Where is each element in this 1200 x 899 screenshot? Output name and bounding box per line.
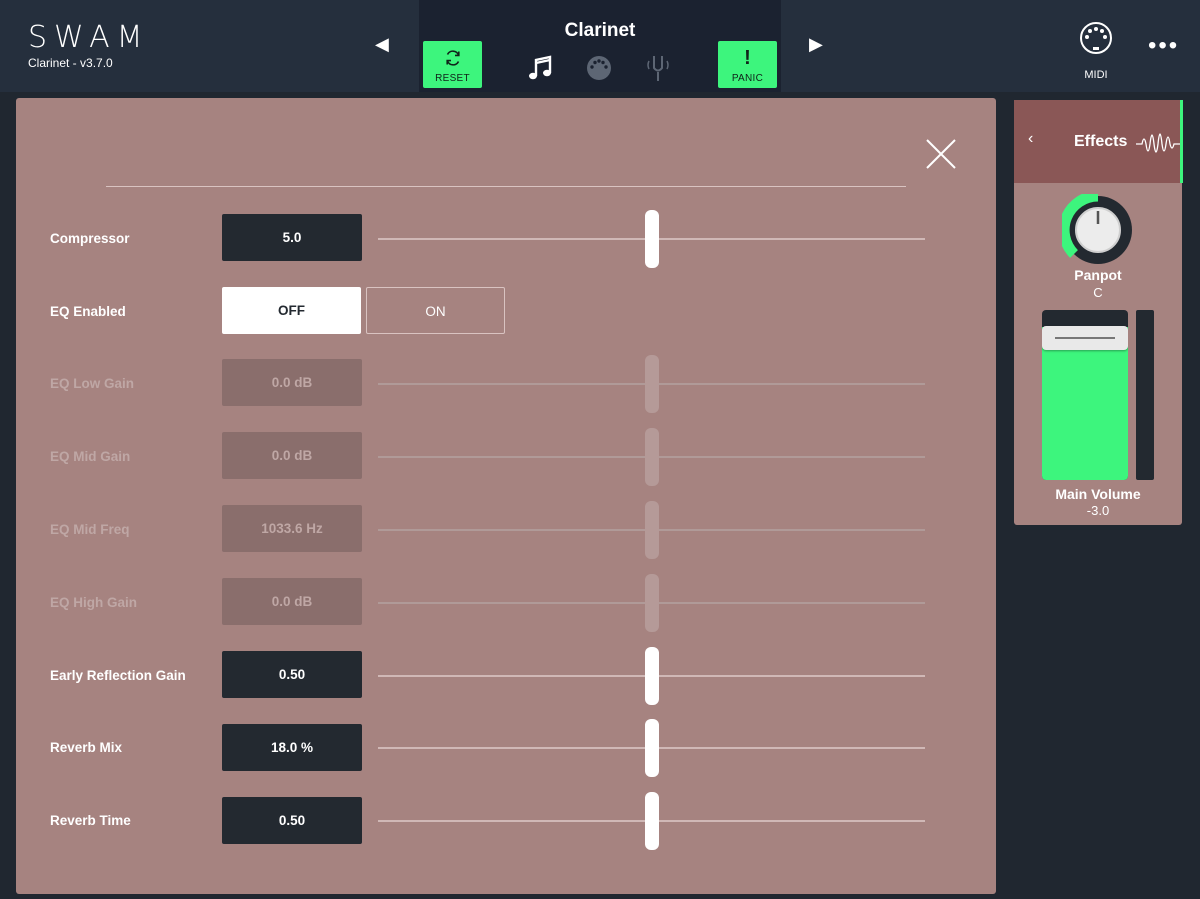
compressor-label: Compressor xyxy=(50,231,130,246)
compressor-value-field[interactable]: 5.0 xyxy=(222,214,362,261)
main-volume-value: -3.0 xyxy=(1086,503,1110,518)
eq-low-gain-slider-thumb xyxy=(644,355,659,413)
eq-mid-freq-slider-thumb xyxy=(644,501,659,559)
eq-off-toggle[interactable]: OFF xyxy=(222,287,361,334)
effects-strip-accent xyxy=(1180,100,1183,183)
eq-high-gain-label: EQ High Gain xyxy=(50,595,138,610)
refresh-icon xyxy=(423,47,482,69)
early-reflection-gain-label: Early Reflection Gain xyxy=(50,668,186,683)
early-reflection-gain-slider-thumb[interactable] xyxy=(644,647,659,705)
reverb-mix-label: Reverb Mix xyxy=(50,740,123,755)
panel-divider xyxy=(106,186,906,187)
panpot-label: Panpot xyxy=(1074,267,1122,283)
eq-mid-gain-value-field: 0.0 dB xyxy=(222,432,362,479)
exclamation-icon: ! xyxy=(744,47,751,69)
output-level-meter xyxy=(1136,310,1154,480)
main-volume-label: Main Volume xyxy=(1055,486,1141,502)
waveform-icon xyxy=(1136,133,1182,153)
main-volume-fader[interactable] xyxy=(1042,310,1128,480)
instrument-panel: Clarinet RESET ! PANIC xyxy=(419,0,781,92)
previous-instrument-button[interactable]: ◀ xyxy=(375,34,389,55)
reverb-time-value-field[interactable]: 0.50 xyxy=(222,797,362,844)
eq-enabled-label: EQ Enabled xyxy=(50,304,126,319)
back-chevron-icon[interactable]: ‹ xyxy=(1028,130,1033,148)
top-bar: SWAM Clarinet - v3.7.0 ◀ Clarinet RESET xyxy=(0,0,1200,92)
next-instrument-button[interactable]: ▶ xyxy=(809,34,823,55)
effects-strip-title: Effects xyxy=(1074,133,1128,150)
panpot-value: C xyxy=(1093,285,1103,300)
effects-settings-panel xyxy=(16,98,996,894)
effects-strip: ‹ Effects Panpot C Main Volume -3.0 xyxy=(1014,100,1182,525)
eq-mid-gain-slider-thumb xyxy=(644,428,659,486)
midi-label: MIDI xyxy=(1084,69,1108,81)
effects-strip-header[interactable]: ‹ Effects xyxy=(1014,100,1182,183)
main-volume-fader-handle[interactable] xyxy=(1042,326,1128,350)
eq-high-gain-value-field: 0.0 dB xyxy=(222,578,362,625)
reverb-mix-value-field[interactable]: 18.0 % xyxy=(222,724,362,771)
reverb-time-label: Reverb Time xyxy=(50,813,131,828)
reset-label: RESET xyxy=(435,73,470,84)
panic-label: PANIC xyxy=(731,73,764,84)
tuning-fork-icon[interactable] xyxy=(644,54,672,84)
eq-high-gain-slider-thumb xyxy=(644,574,659,632)
eq-low-gain-value-field: 0.0 dB xyxy=(222,359,362,406)
compressor-slider-thumb[interactable] xyxy=(644,210,659,268)
instrument-name: Clarinet xyxy=(564,20,636,41)
more-options-button[interactable]: ••• xyxy=(1148,32,1179,60)
midi-connector-icon[interactable] xyxy=(585,54,613,84)
early-reflection-gain-value-field[interactable]: 0.50 xyxy=(222,651,362,698)
eq-mid-gain-label: EQ Mid Gain xyxy=(50,449,131,464)
panpot-knob[interactable] xyxy=(1062,194,1134,266)
eq-on-toggle[interactable]: ON xyxy=(366,287,505,334)
eq-low-gain-label: EQ Low Gain xyxy=(50,376,135,391)
eq-mid-freq-value-field: 1033.6 Hz xyxy=(222,505,362,552)
version-label: Clarinet - v3.7.0 xyxy=(28,56,113,70)
eq-mid-freq-label: EQ Mid Freq xyxy=(50,522,130,537)
reverb-time-slider-thumb[interactable] xyxy=(644,792,659,850)
app-logo: SWAM xyxy=(28,20,150,55)
reset-button[interactable]: RESET xyxy=(423,41,482,88)
midi-settings-button[interactable]: MIDI xyxy=(1070,20,1122,86)
midi-icon xyxy=(1080,22,1112,54)
reverb-mix-slider-thumb[interactable] xyxy=(644,719,659,777)
music-note-icon[interactable] xyxy=(527,54,555,84)
panic-button[interactable]: ! PANIC xyxy=(718,41,777,88)
close-icon[interactable] xyxy=(925,138,957,170)
